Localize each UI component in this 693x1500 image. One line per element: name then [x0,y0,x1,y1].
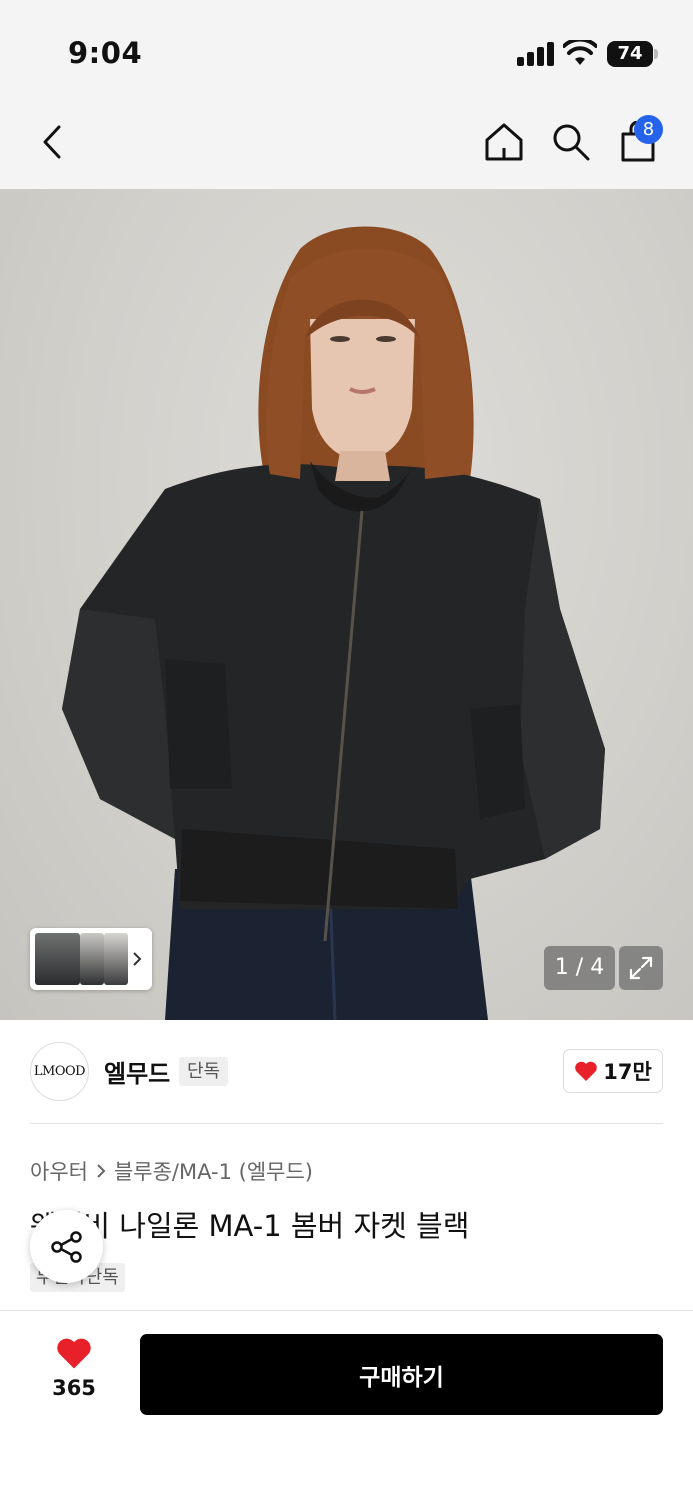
back-arrow-icon [43,125,61,159]
divider [0,1310,693,1311]
fullscreen-button[interactable] [619,946,663,990]
thumbnail-1[interactable] [35,933,80,985]
divider [30,1123,663,1124]
buy-button[interactable]: 구매하기 [140,1334,663,1415]
brand-exclusive-tag: 단독 [179,1057,229,1086]
share-icon [50,1230,82,1263]
wishlist-count: 365 [52,1376,96,1400]
breadcrumb-category[interactable]: 아우터 [30,1156,88,1186]
chevron-right-icon [97,1164,106,1178]
brand-like-count: 17만 [603,1060,652,1084]
battery-icon: 74 [607,41,653,67]
wifi-icon [563,40,597,65]
status-time: 9:04 [68,36,143,70]
share-button[interactable] [30,1210,103,1283]
back-button[interactable] [28,118,76,166]
home-button[interactable] [480,118,528,166]
top-nav-bar [0,100,693,189]
wishlist-button[interactable]: 365 [40,1336,108,1416]
brand-name[interactable]: 엘무드 [104,1054,170,1089]
heart-icon [575,1061,598,1081]
status-bar: 9:04 74 [0,0,693,100]
search-button[interactable] [547,118,595,166]
product-photo [62,226,605,1020]
battery-tip [654,49,658,59]
thumbnail-2[interactable] [80,933,104,985]
thumbnail-strip[interactable] [30,928,152,990]
heart-icon [57,1338,91,1369]
thumbnail-3[interactable] [104,933,128,985]
breadcrumb-subcategory[interactable]: 블루종/MA-1 (엘무드) [114,1156,313,1186]
cellular-signal-icon [517,42,555,66]
home-icon [485,123,523,161]
cart-count-badge: 8 [634,115,663,144]
product-image-gallery[interactable] [0,189,693,1020]
brand-logo[interactable]: LMOOD [30,1042,89,1101]
brand-like-button[interactable]: 17만 [563,1049,663,1093]
breadcrumb: 아우터 블루종/MA-1 (엘무드) [30,1156,313,1186]
expand-icon [629,956,653,980]
image-pager: 1 / 4 [544,946,615,990]
chevron-right-icon [133,952,142,966]
search-icon [553,124,590,161]
